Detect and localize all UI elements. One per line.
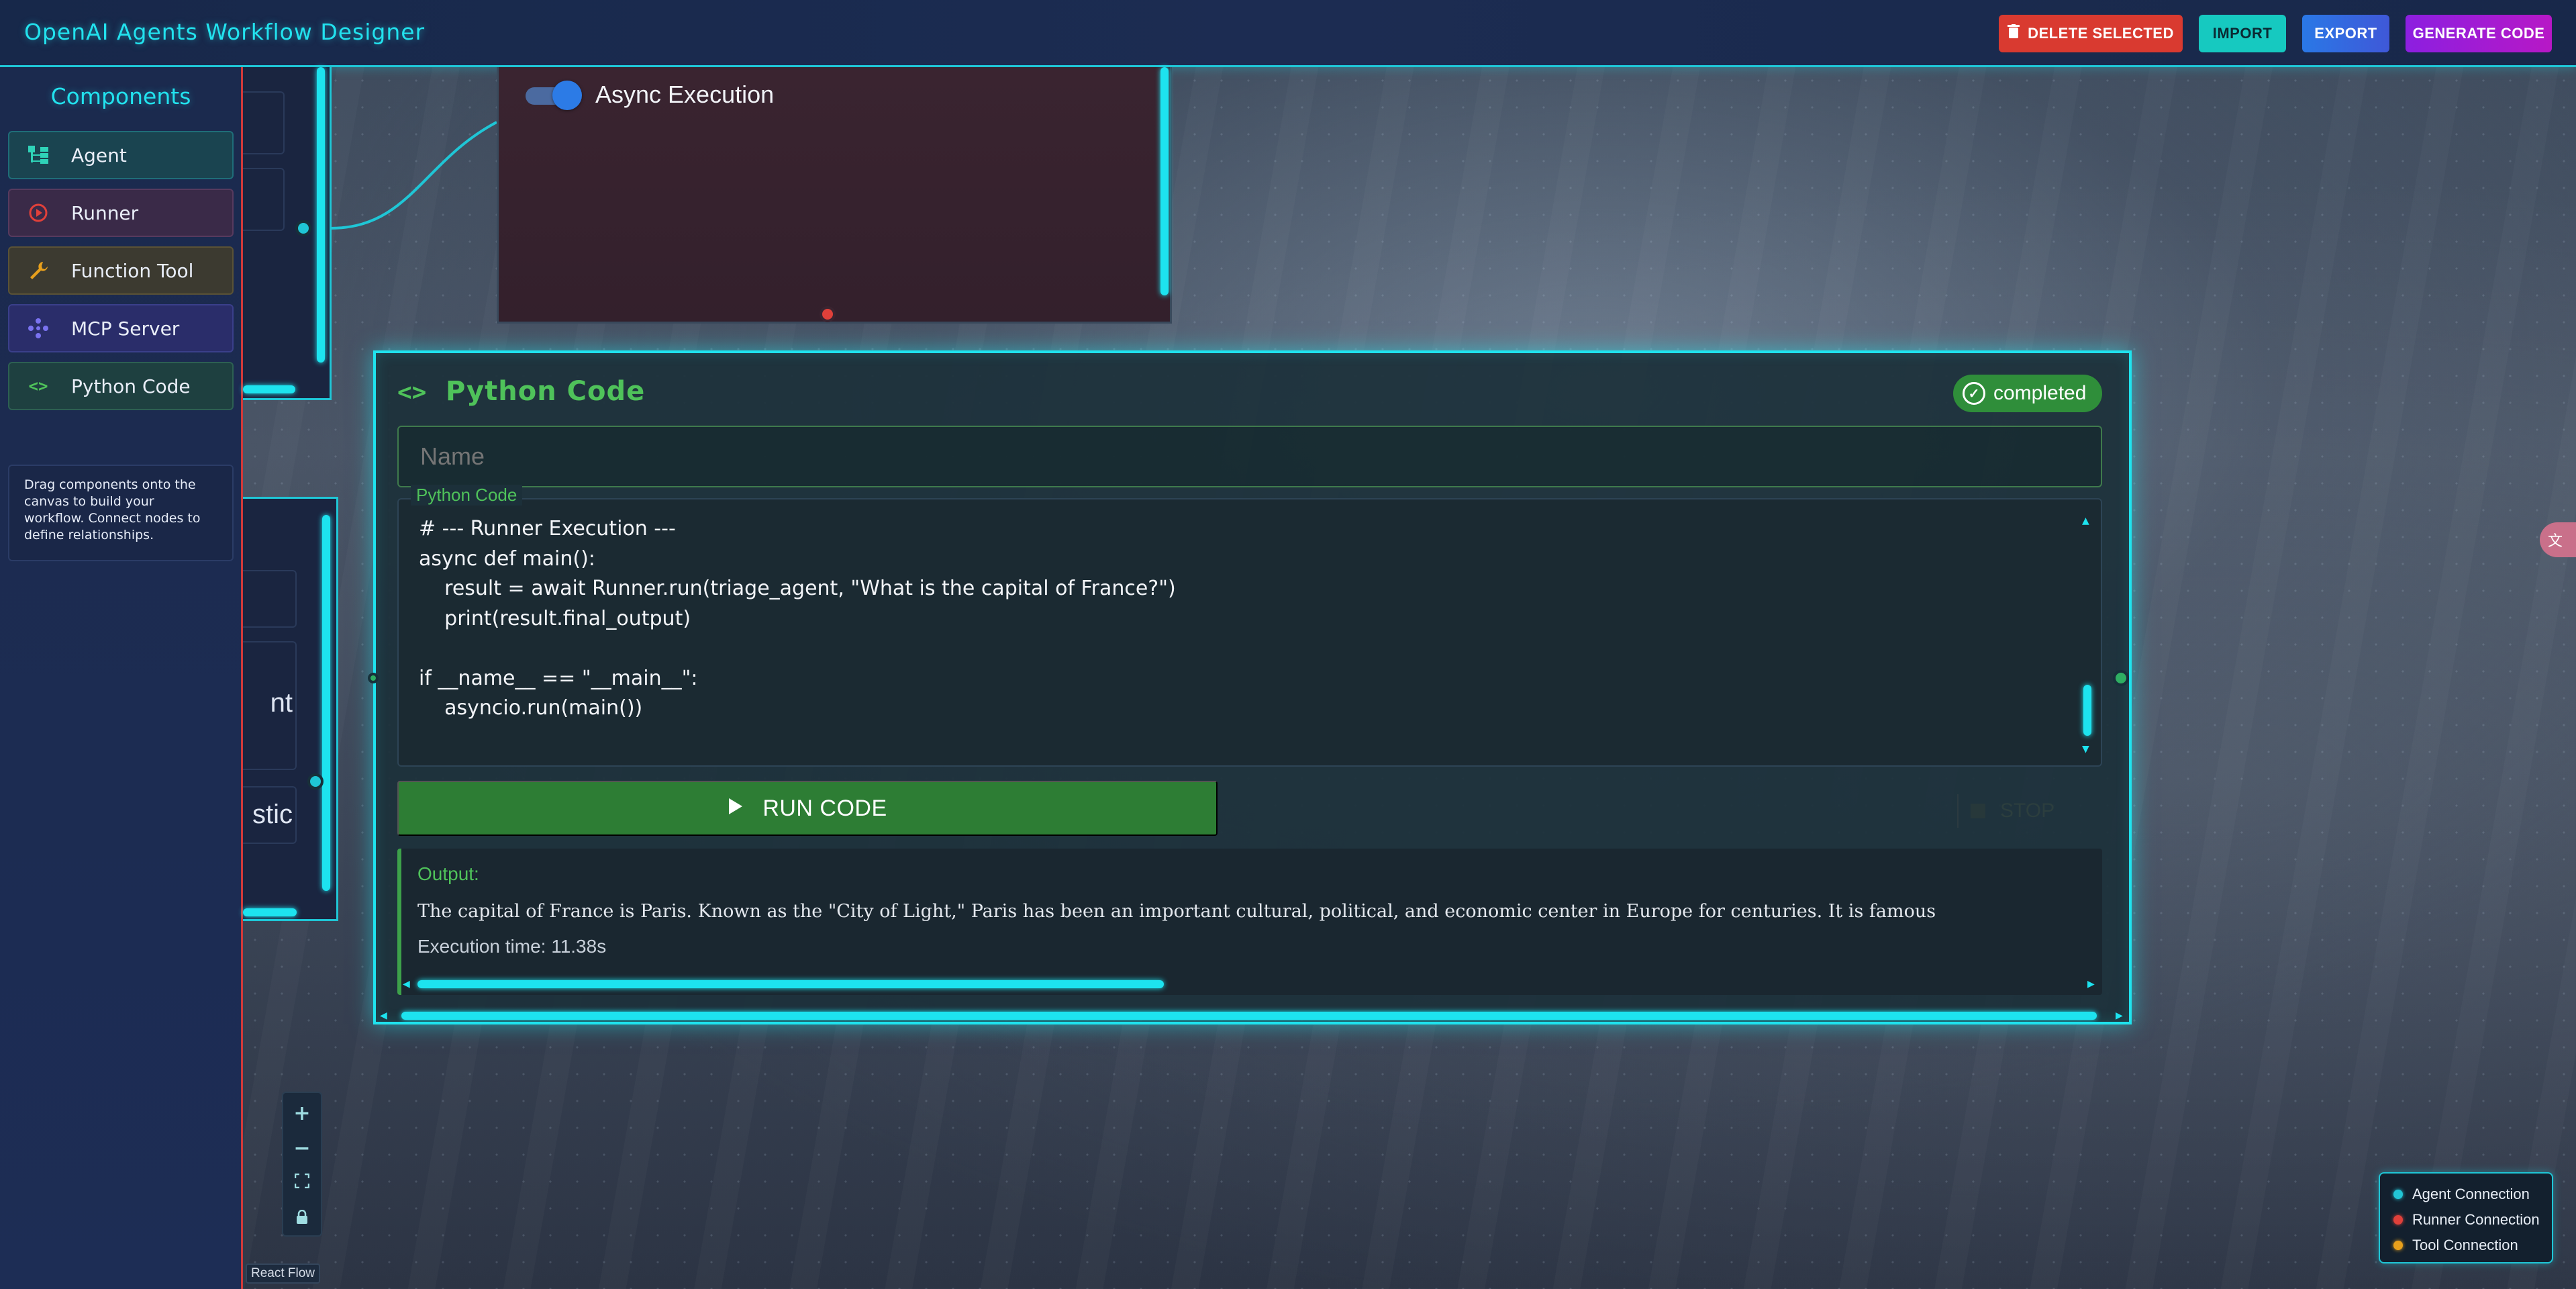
stop-button[interactable]: STOP bbox=[1957, 794, 2091, 828]
top-bar: OpenAI Agents Workflow Designer DELETE S… bbox=[0, 0, 2576, 67]
output-text: The capital of France is Paris. Known as… bbox=[417, 901, 1936, 922]
lock-button[interactable] bbox=[283, 1200, 321, 1235]
partial-field[interactable] bbox=[243, 91, 285, 154]
code-icon: <> bbox=[28, 377, 48, 395]
output-horizontal-scrollbar[interactable] bbox=[417, 980, 1164, 988]
status-badge: ✓ completed bbox=[1953, 375, 2102, 412]
fit-view-icon bbox=[294, 1173, 310, 1192]
partial-node-left[interactable]: nt stic bbox=[243, 497, 338, 921]
export-button[interactable]: EXPORT bbox=[2302, 15, 2389, 52]
connection-legend: Agent Connection Runner Connection Tool … bbox=[2379, 1172, 2553, 1263]
delete-selected-button[interactable]: DELETE SELECTED bbox=[1999, 15, 2183, 52]
partial-node-top-left[interactable] bbox=[243, 67, 332, 400]
legend-item: Runner Connection bbox=[2393, 1211, 2540, 1229]
scroll-right-arrow[interactable]: ▶ bbox=[2087, 979, 2095, 990]
horizontal-scrollbar[interactable] bbox=[243, 908, 297, 916]
runner-connection-dot bbox=[2393, 1215, 2403, 1225]
output-connection-handle[interactable] bbox=[2113, 670, 2129, 686]
scroll-down-arrow[interactable]: ▼ bbox=[2082, 744, 2089, 755]
runner-node[interactable]: Async Execution bbox=[497, 67, 1172, 324]
output-panel: Output: The capital of France is Paris. … bbox=[397, 849, 2102, 995]
fit-view-button[interactable] bbox=[283, 1165, 321, 1200]
trash-icon bbox=[2008, 24, 2020, 43]
agent-connection-edge[interactable] bbox=[329, 101, 503, 235]
code-content[interactable]: # --- Runner Execution --- async def mai… bbox=[419, 514, 1176, 724]
run-code-label: RUN CODE bbox=[762, 795, 887, 821]
stop-icon bbox=[1971, 804, 1985, 818]
stop-label: STOP bbox=[2000, 800, 2055, 822]
sidebar-item-label: Function Tool bbox=[71, 259, 194, 282]
zoom-out-button[interactable]: − bbox=[283, 1131, 321, 1165]
hierarchy-icon bbox=[28, 145, 48, 165]
partial-field[interactable]: nt bbox=[243, 641, 297, 770]
agent-connection-dot bbox=[2393, 1190, 2403, 1199]
vertical-scrollbar[interactable] bbox=[317, 67, 325, 363]
status-text: completed bbox=[1993, 382, 2087, 404]
legend-item: Tool Connection bbox=[2393, 1237, 2518, 1254]
translate-icon[interactable]: 文 bbox=[2540, 522, 2576, 557]
check-circle-icon: ✓ bbox=[1963, 382, 1985, 405]
delete-selected-label: DELETE SELECTED bbox=[2028, 25, 2174, 42]
scroll-right-arrow[interactable]: ▶ bbox=[2116, 1010, 2123, 1021]
components-sidebar: Components Agent Runner Function Tool MC… bbox=[0, 67, 243, 1289]
scroll-up-arrow[interactable]: ▲ bbox=[2082, 516, 2089, 526]
sidebar-item-runner[interactable]: Runner bbox=[8, 189, 234, 237]
sidebar-item-label: Python Code bbox=[71, 375, 191, 397]
sidebar-item-function-tool[interactable]: Function Tool bbox=[8, 246, 234, 295]
lock-icon bbox=[295, 1206, 309, 1230]
sidebar-item-mcp-server[interactable]: MCP Server bbox=[8, 304, 234, 352]
partial-field[interactable]: stic bbox=[243, 786, 297, 844]
wrench-icon bbox=[28, 260, 48, 281]
react-flow-attribution[interactable]: React Flow bbox=[246, 1263, 321, 1284]
scroll-left-arrow[interactable]: ◀ bbox=[403, 979, 410, 990]
partial-field[interactable] bbox=[243, 168, 285, 231]
app-title: OpenAI Agents Workflow Designer bbox=[24, 19, 426, 45]
network-icon bbox=[28, 318, 48, 338]
async-execution-toggle[interactable] bbox=[526, 81, 582, 110]
vertical-scrollbar[interactable] bbox=[1160, 67, 1169, 295]
sidebar-title: Components bbox=[50, 83, 191, 109]
scroll-left-arrow[interactable]: ◀ bbox=[380, 1010, 387, 1021]
canvas-controls: + − bbox=[282, 1092, 322, 1237]
vertical-scrollbar[interactable] bbox=[322, 515, 330, 891]
python-code-editor[interactable]: # --- Runner Execution --- async def mai… bbox=[397, 498, 2102, 767]
sidebar-item-label: Agent bbox=[71, 144, 127, 166]
execution-time: Execution time: 11.38s bbox=[417, 936, 607, 957]
import-button[interactable]: IMPORT bbox=[2199, 15, 2286, 52]
sidebar-hint: Drag components onto the canvas to build… bbox=[8, 465, 234, 561]
legend-label: Tool Connection bbox=[2412, 1237, 2518, 1253]
runner-connection-handle[interactable] bbox=[820, 306, 836, 322]
run-code-button[interactable]: RUN CODE bbox=[397, 781, 1218, 836]
generate-code-button[interactable]: GENERATE CODE bbox=[2406, 15, 2552, 52]
code-scrollbar[interactable] bbox=[2083, 685, 2091, 736]
play-icon bbox=[728, 796, 744, 822]
legend-label: Agent Connection bbox=[2412, 1186, 2530, 1202]
play-circle-icon bbox=[28, 203, 48, 223]
input-connection-handle[interactable] bbox=[368, 673, 379, 683]
node-horizontal-scrollbar[interactable] bbox=[401, 1012, 2097, 1020]
output-label: Output: bbox=[417, 863, 479, 884]
legend-label: Runner Connection bbox=[2412, 1211, 2540, 1228]
partial-field[interactable] bbox=[243, 570, 297, 628]
name-input[interactable] bbox=[397, 426, 2102, 487]
toggle-knob bbox=[552, 81, 582, 110]
code-field-label: Python Code bbox=[411, 485, 523, 506]
tool-connection-dot bbox=[2393, 1241, 2403, 1250]
sidebar-item-label: MCP Server bbox=[71, 317, 180, 340]
connection-handle[interactable] bbox=[307, 773, 324, 790]
horizontal-scrollbar[interactable] bbox=[243, 385, 295, 393]
code-icon: <> bbox=[397, 379, 427, 406]
sidebar-item-label: Runner bbox=[71, 201, 139, 224]
sidebar-item-agent[interactable]: Agent bbox=[8, 131, 234, 179]
async-execution-label: Async Execution bbox=[595, 81, 775, 108]
python-code-node[interactable]: <> Python Code ✓ completed # --- Runner … bbox=[373, 350, 2132, 1024]
zoom-in-button[interactable]: + bbox=[283, 1096, 321, 1131]
legend-item: Agent Connection bbox=[2393, 1186, 2530, 1203]
sidebar-item-python-code[interactable]: <> Python Code bbox=[8, 362, 234, 410]
connection-handle[interactable] bbox=[295, 220, 311, 236]
node-title: Python Code bbox=[446, 376, 646, 407]
